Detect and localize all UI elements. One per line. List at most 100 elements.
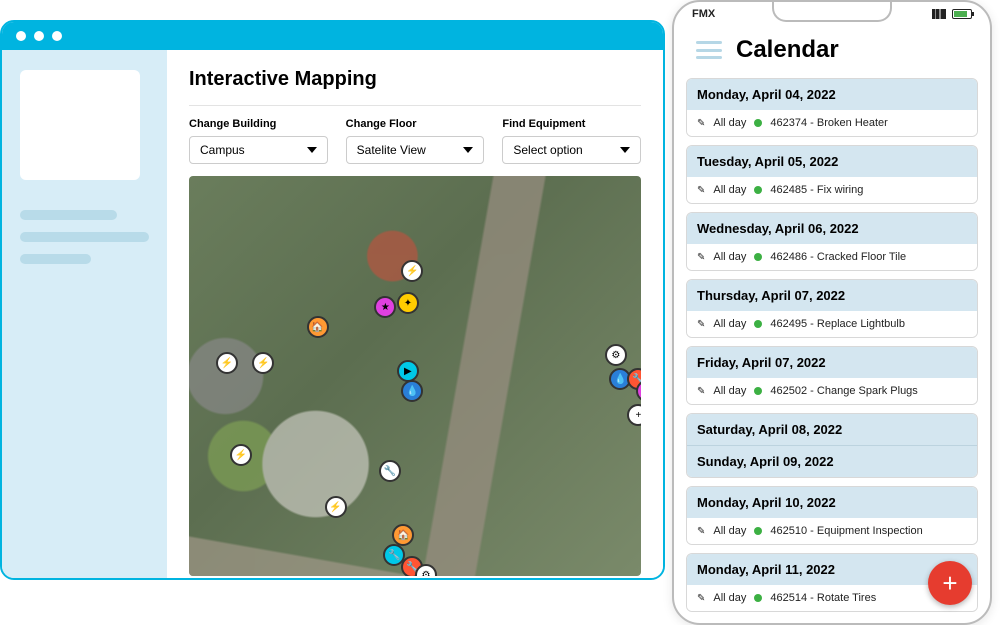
- map-pin[interactable]: 🏠: [307, 316, 329, 338]
- event-detail: 462495 - Replace Lightbulb: [770, 318, 905, 330]
- add-button[interactable]: +: [928, 561, 972, 605]
- equipment-select[interactable]: Select option: [502, 136, 641, 164]
- interactive-map[interactable]: ⚡★✦🏠⚡⚡▶💧⚙💧🔧▶+⚡🔧⚡🏠🔧🔧⚙: [189, 176, 641, 576]
- calendar-item[interactable]: Friday, April 07, 2022✎All day462502 - C…: [686, 346, 978, 405]
- sidebar-item[interactable]: [20, 254, 91, 264]
- allday-label: All day: [713, 117, 746, 129]
- map-pin[interactable]: 💧: [401, 380, 423, 402]
- caret-down-icon: [307, 147, 317, 153]
- sidebar: [2, 50, 167, 578]
- titlebar: [2, 22, 663, 50]
- signal-icon: [932, 9, 946, 19]
- event-detail: 462485 - Fix wiring: [770, 184, 863, 196]
- filter-row: Change Building Campus Change Floor Sate…: [189, 105, 641, 164]
- calendar-event-row[interactable]: ✎ All day 462485 - Fix wiring: [687, 177, 977, 203]
- status-dot-icon: [754, 119, 762, 127]
- map-pin[interactable]: ⚡: [401, 260, 423, 282]
- map-pin[interactable]: ⚡: [252, 352, 274, 374]
- carrier-label: FMX: [692, 8, 715, 20]
- edit-icon: ✎: [697, 185, 705, 196]
- calendar-date-header: Saturday, April 08, 2022: [687, 414, 977, 445]
- calendar-date-header: Tuesday, April 05, 2022: [687, 146, 977, 177]
- event-detail: 462510 - Equipment Inspection: [770, 525, 922, 537]
- map-pin[interactable]: ⚡: [230, 444, 252, 466]
- edit-icon: ✎: [697, 386, 705, 397]
- select-value: Satelite View: [357, 143, 426, 157]
- calendar-item[interactable]: Thursday, April 07, 2022 ✎ All day 462495 -…: [686, 279, 978, 338]
- edit-icon: ✎: [697, 526, 705, 537]
- calendar-event-row[interactable]: ✎ All day 462486 - Cracked Floor Tile: [687, 244, 977, 270]
- filter-building: Change Building Campus: [189, 118, 328, 164]
- window-control-dot[interactable]: [52, 31, 62, 41]
- edit-icon: ✎: [697, 319, 705, 330]
- select-value: Campus: [200, 143, 245, 157]
- filter-label: Find Equipment: [502, 118, 641, 130]
- edit-icon: ✎: [697, 593, 705, 604]
- calendar-event-row[interactable]: ✎All day462502 - Change Spark Plugs: [687, 378, 977, 404]
- menu-icon[interactable]: [696, 41, 722, 59]
- event-detail: 462502 - Change Spark Plugs: [770, 385, 917, 397]
- main-content: Interactive Mapping Change Building Camp…: [167, 50, 663, 578]
- calendar-item[interactable]: Wednesday, April 06, 2022✎All day462486 …: [686, 212, 978, 271]
- allday-label: All day: [713, 318, 746, 330]
- map-pin[interactable]: ✦: [397, 292, 419, 314]
- status-dot-icon: [754, 253, 762, 261]
- status-dot-icon: [754, 387, 762, 395]
- phone-notch: [772, 2, 892, 22]
- allday-label: All day: [713, 251, 746, 263]
- map-pin[interactable]: ▶: [397, 360, 419, 382]
- mobile-device: FMX Calendar Monday, April 04, 2022✎All …: [672, 0, 992, 625]
- calendar-event-row[interactable]: ✎ All day 462510 - Equipment Inspection: [687, 518, 977, 544]
- desktop-browser-window: Interactive Mapping Change Building Camp…: [0, 20, 665, 580]
- map-pin[interactable]: ⚙: [415, 564, 437, 576]
- edit-icon: ✎: [697, 252, 705, 263]
- allday-label: All day: [713, 525, 746, 537]
- sidebar-item[interactable]: [20, 232, 149, 242]
- select-value: Select option: [513, 143, 582, 157]
- battery-icon: [952, 9, 972, 19]
- status-dot-icon: [754, 320, 762, 328]
- map-pin[interactable]: ★: [374, 296, 396, 318]
- caret-down-icon: [620, 147, 630, 153]
- map-pin[interactable]: ⚡: [325, 496, 347, 518]
- building-select[interactable]: Campus: [189, 136, 328, 164]
- app-title: Calendar: [736, 36, 839, 64]
- event-detail: 462486 - Cracked Floor Tile: [770, 251, 906, 263]
- status-dot-icon: [754, 186, 762, 194]
- status-dot-icon: [754, 594, 762, 602]
- calendar-event-row[interactable]: ✎ All day 462495 - Replace Lightbulb: [687, 311, 977, 337]
- edit-icon: ✎: [697, 118, 705, 129]
- calendar-event-row[interactable]: ✎ All day 462374 - Broken Heater: [687, 110, 977, 136]
- calendar-date-header: Monday, April 04, 2022: [687, 79, 977, 110]
- calendar-item[interactable]: Tuesday, April 05, 2022 ✎ All day 462485 - …: [686, 145, 978, 204]
- logo-placeholder: [20, 70, 140, 180]
- event-detail: 462514 - Rotate Tires: [770, 592, 876, 604]
- calendar-item[interactable]: Monday, April 10, 2022 ✎ All day 462510 - E…: [686, 486, 978, 545]
- map-pin[interactable]: 🔧: [379, 460, 401, 482]
- calendar-date-header: Sunday, April 09, 2022: [687, 445, 977, 477]
- window-control-dot[interactable]: [16, 31, 26, 41]
- map-pin[interactable]: ⚙: [605, 344, 627, 366]
- sidebar-item[interactable]: [20, 210, 117, 220]
- calendar-date-header: Friday, April 07, 2022: [687, 347, 977, 378]
- filter-label: Change Building: [189, 118, 328, 130]
- event-detail: 462374 - Broken Heater: [770, 117, 887, 129]
- calendar-date-header: Thursday, April 07, 2022: [687, 280, 977, 311]
- allday-label: All day: [713, 184, 746, 196]
- caret-down-icon: [463, 147, 473, 153]
- floor-select[interactable]: Satelite View: [346, 136, 485, 164]
- calendar-item[interactable]: Saturday, April 08, 2022Sunday, April 09…: [686, 413, 978, 478]
- filter-floor: Change Floor Satelite View: [346, 118, 485, 164]
- calendar-item[interactable]: Monday, April 04, 2022 ✎ All day 462374 - B…: [686, 78, 978, 137]
- page-title: Interactive Mapping: [189, 68, 641, 91]
- allday-label: All day: [713, 592, 746, 604]
- app-header: Calendar: [674, 26, 990, 78]
- window-control-dot[interactable]: [34, 31, 44, 41]
- map-pin[interactable]: 🏠: [392, 524, 414, 546]
- filter-label: Change Floor: [346, 118, 485, 130]
- map-pin[interactable]: +: [627, 404, 641, 426]
- map-pin[interactable]: ⚡: [216, 352, 238, 374]
- calendar-list[interactable]: Monday, April 04, 2022 ✎ All day 462374 - B…: [674, 78, 990, 619]
- calendar-date-header: Monday, April 10, 2022: [687, 487, 977, 518]
- status-dot-icon: [754, 527, 762, 535]
